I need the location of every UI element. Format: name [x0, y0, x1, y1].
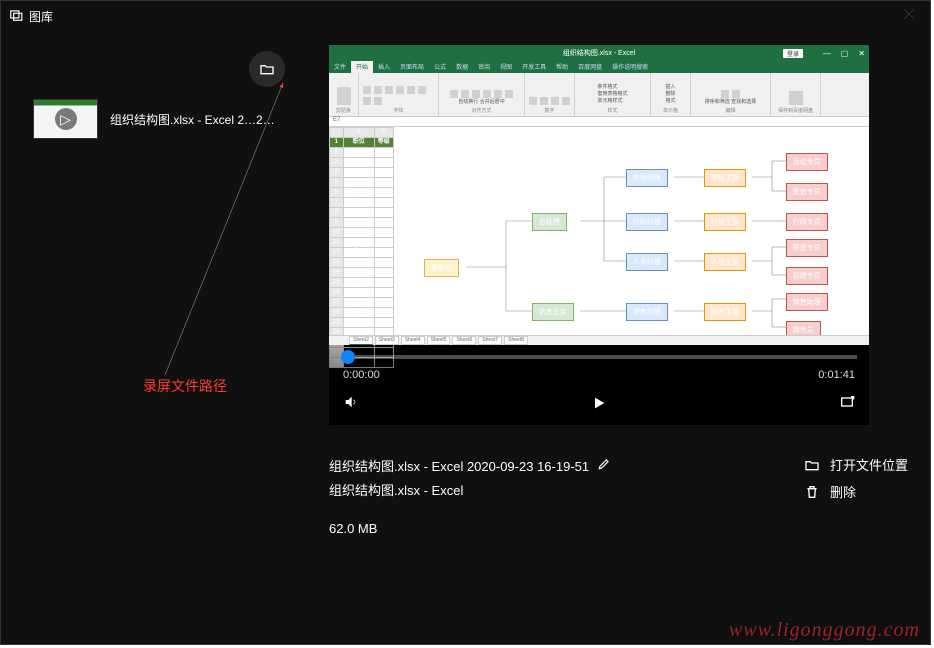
volume-icon[interactable] [343, 394, 359, 415]
file-size: 62.0 MB [329, 517, 611, 541]
excel-sheet-tabs: Sheet2 Sheet3Sheet4 Sheet5Sheet6 Sheet7S… [329, 335, 869, 345]
gallery-window: 图库 ▷ 组织结构图.xlsx - Excel 2…2… [0, 0, 931, 645]
sidebar: ▷ 组织结构图.xlsx - Excel 2…2… [1, 31, 319, 644]
video-player[interactable]: 组织结构图.xlsx - Excel 登录 —▢✕ 文件 开始 插入 页面布局 … [329, 45, 869, 425]
excel-ribbon-tabs: 文件 开始 插入 页面布局 公式 数据 审阅 视图 开发工具 帮助 百度网盘 操… [329, 61, 869, 73]
time-current: 0:00:00 [343, 369, 380, 381]
excel-formula-bar: E7 [329, 117, 869, 127]
window-title: 图库 [29, 8, 53, 25]
gallery-item-label: 组织结构图.xlsx - Excel 2…2… [110, 111, 275, 128]
edit-name-button[interactable] [597, 455, 611, 479]
gallery-icon [9, 8, 23, 25]
scrubber[interactable] [341, 355, 857, 359]
time-total: 0:01:41 [818, 369, 855, 381]
excel-login: 登录 [783, 49, 803, 58]
play-icon: ▷ [55, 108, 77, 130]
scrubber-handle[interactable] [341, 350, 355, 364]
excel-ribbon: 剪贴板 字体 自动换行 合并后居中对齐方式 数字 条件格式套用表格格式单元格样式… [329, 73, 869, 117]
delete-button[interactable]: 删除 [804, 482, 908, 501]
gallery-item[interactable]: ▷ 组织结构图.xlsx - Excel 2…2… [29, 95, 309, 143]
titlebar: 图库 [1, 1, 930, 31]
file-info: 组织结构图.xlsx - Excel 2020-09-23 16-19-51 组… [329, 455, 908, 541]
video-controls: 0:00:00 0:01:41 [329, 345, 869, 425]
file-name-short: 组织结构图.xlsx - Excel [329, 479, 611, 503]
excel-title: 组织结构图.xlsx - Excel [563, 48, 635, 58]
excel-window-controls: —▢✕ [823, 49, 865, 58]
file-name-full: 组织结构图.xlsx - Excel 2020-09-23 16-19-51 [329, 455, 589, 479]
open-location-button[interactable]: 打开文件位置 [804, 455, 908, 474]
fullscreen-icon[interactable] [839, 394, 855, 415]
main-panel: 组织结构图.xlsx - Excel 登录 —▢✕ 文件 开始 插入 页面布局 … [319, 31, 930, 644]
excel-grid: AB 1职位等级 2董事长1 3总经理2 4市场经理3 5市场主管4 6活动专员… [329, 127, 394, 368]
play-button[interactable] [591, 395, 607, 414]
watermark: www.ligonggong.com [729, 619, 920, 642]
org-chart: 董事长 总经理 销售总监 市场经理 行政经理 人事经理 销售经理 市场主管 行政… [394, 127, 869, 335]
open-folder-button[interactable] [249, 51, 285, 87]
close-button[interactable] [896, 5, 922, 28]
video-frame-excel: 组织结构图.xlsx - Excel 登录 —▢✕ 文件 开始 插入 页面布局 … [329, 45, 869, 345]
annotation-text: 录屏文件路径 [143, 376, 227, 396]
video-thumbnail: ▷ [33, 99, 98, 139]
excel-file-menu: 文件 [329, 61, 351, 73]
